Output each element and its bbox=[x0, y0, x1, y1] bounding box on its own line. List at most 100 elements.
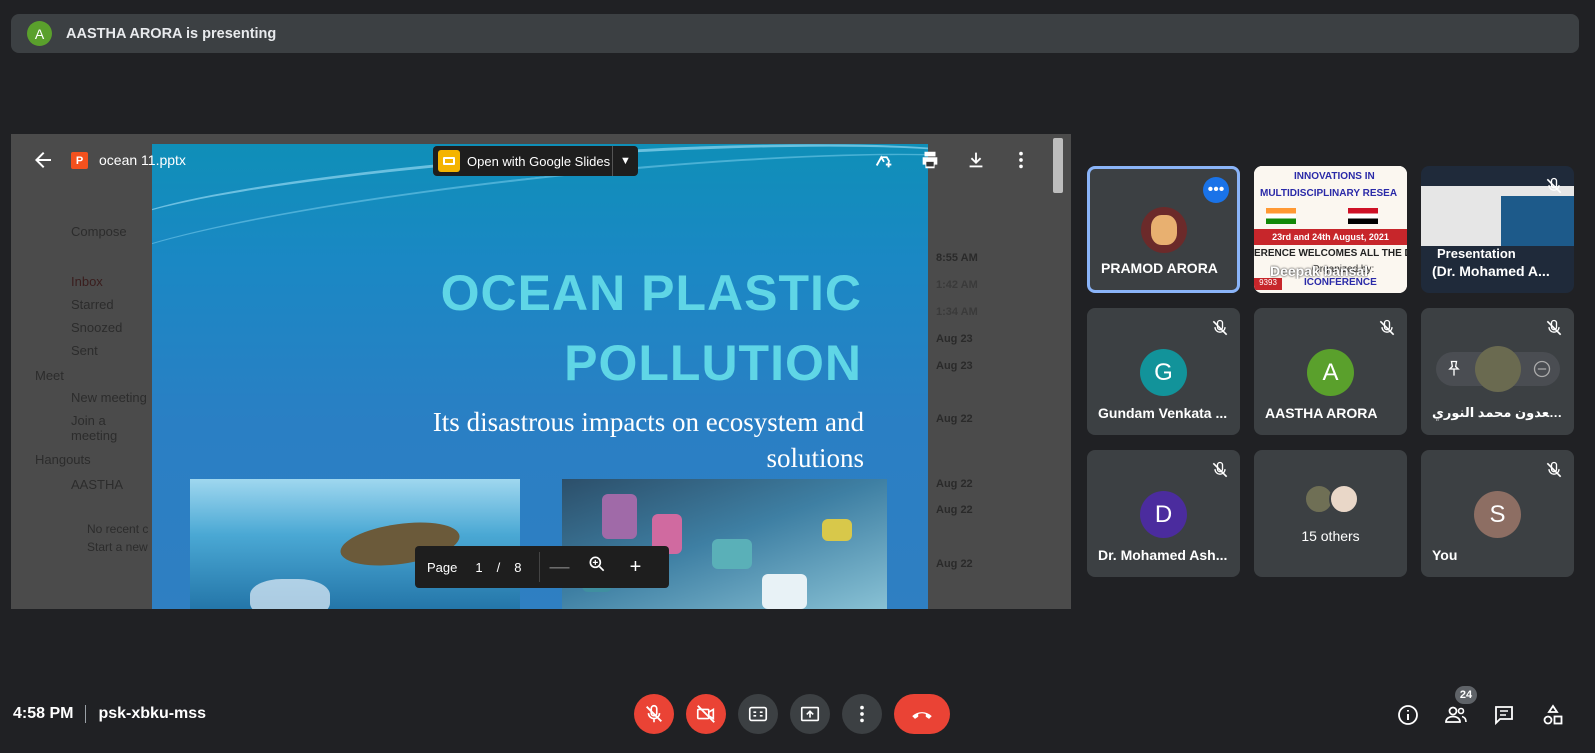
download-icon[interactable] bbox=[965, 149, 987, 171]
participant-tile[interactable]: 15 others bbox=[1254, 450, 1407, 577]
banner-text: INNOVATIONS IN bbox=[1294, 171, 1375, 182]
plastic-debris-image bbox=[562, 479, 887, 609]
participant-count-badge: 24 bbox=[1455, 686, 1477, 704]
gmail-time: 1:34 AM bbox=[936, 306, 978, 318]
slide-title-line1: OCEAN PLASTIC bbox=[440, 265, 862, 321]
participant-tile[interactable]: INNOVATIONS IN MULTIDISCIPLINARY RESEA 2… bbox=[1254, 166, 1407, 293]
slide-subtitle: Its disastrous impacts on ecosystem and … bbox=[432, 407, 864, 473]
turtle-image bbox=[190, 479, 520, 609]
camera-off-button[interactable] bbox=[686, 694, 726, 734]
participant-tile[interactable]: Presentation (Dr. Mohamed A... bbox=[1421, 166, 1574, 293]
participant-tile[interactable]: D Dr. Mohamed Ash... bbox=[1087, 450, 1240, 577]
add-to-drive-icon[interactable] bbox=[873, 149, 895, 171]
meeting-info: 4:58 PM psk-xbku-mss bbox=[13, 705, 206, 723]
page-total: 8 bbox=[514, 559, 522, 575]
avatar bbox=[1141, 207, 1187, 253]
print-icon[interactable] bbox=[919, 149, 941, 171]
participant-name: AASTHA ARORA bbox=[1265, 405, 1378, 421]
file-name: ocean 11.pptx bbox=[99, 152, 186, 168]
gmail-time: Aug 22 bbox=[936, 504, 973, 516]
presentation-stage: Compose Inbox Starred Snoozed Sent Meet … bbox=[11, 134, 1071, 609]
flag-india bbox=[1266, 208, 1296, 224]
gmail-time: Aug 22 bbox=[936, 413, 973, 425]
slide-canvas: OCEAN PLASTIC POLLUTION Its disastrous i… bbox=[152, 144, 928, 609]
mic-off-button[interactable] bbox=[634, 694, 674, 734]
avatar: S bbox=[1474, 491, 1521, 538]
open-with-button[interactable]: Open with Google Slides ▼ bbox=[433, 146, 638, 176]
gmail-time: Aug 22 bbox=[936, 478, 973, 490]
gmail-compose: Compose bbox=[71, 224, 127, 239]
gmail-inbox: Inbox bbox=[71, 274, 103, 289]
captions-icon bbox=[748, 706, 768, 722]
more-vert-icon bbox=[860, 705, 864, 723]
back-arrow-icon[interactable] bbox=[31, 148, 55, 172]
avatar: A bbox=[1307, 349, 1354, 396]
chat-icon[interactable] bbox=[1492, 703, 1516, 727]
camera-off-icon bbox=[696, 705, 715, 723]
others-count: 15 others bbox=[1301, 528, 1360, 544]
presenting-text: AASTHA ARORA is presenting bbox=[66, 25, 277, 42]
page-current[interactable]: 1 bbox=[475, 560, 482, 575]
captions-button[interactable] bbox=[738, 694, 778, 734]
debris-shape bbox=[602, 494, 637, 539]
participant-name: PRAMOD ARORA bbox=[1101, 260, 1218, 276]
meeting-code: psk-xbku-mss bbox=[98, 705, 207, 722]
page-label: Page bbox=[427, 559, 458, 575]
participant-name: Deepak bansal bbox=[1270, 263, 1369, 279]
remove-icon[interactable] bbox=[1532, 359, 1552, 379]
presenter-avatar: A bbox=[27, 21, 52, 46]
zoom-icon[interactable] bbox=[578, 554, 616, 580]
participant-name: Dr. Mohamed Ash... bbox=[1098, 547, 1228, 563]
presenting-banner: A AASTHA ARORA is presenting bbox=[11, 14, 1579, 53]
more-options-button[interactable] bbox=[842, 694, 882, 734]
page-separator: / bbox=[496, 559, 501, 575]
activities-icon[interactable] bbox=[1541, 703, 1565, 727]
present-now-button[interactable] bbox=[790, 694, 830, 734]
muted-icon bbox=[1546, 177, 1562, 194]
gmail-hangouts-user: AASTHA bbox=[71, 477, 124, 492]
gmail-time: 1:42 AM bbox=[936, 279, 978, 291]
plastic-bag-shape bbox=[250, 579, 330, 609]
more-vert-icon[interactable] bbox=[1010, 149, 1032, 171]
participant-name: You bbox=[1432, 547, 1458, 563]
avatar bbox=[1475, 346, 1521, 392]
viewer-toolbar: P ocean 11.pptx Open with Google Slides … bbox=[11, 134, 1071, 193]
pin-icon[interactable] bbox=[1444, 359, 1464, 379]
more-options-icon[interactable]: ••• bbox=[1203, 177, 1229, 203]
participant-tile[interactable]: بشرى سعدون محمد النوري bbox=[1421, 308, 1574, 435]
participant-tile[interactable]: S You bbox=[1421, 450, 1574, 577]
open-with-label: Open with Google Slides bbox=[467, 153, 611, 169]
muted-icon bbox=[1212, 319, 1228, 336]
participant-name: (Dr. Mohamed A... bbox=[1432, 263, 1550, 279]
gmail-start-new: Start a new bbox=[87, 540, 148, 554]
gmail-starred: Starred bbox=[71, 297, 114, 312]
flag-iraq bbox=[1348, 208, 1378, 224]
participant-name: بشرى سعدون محمد النوري bbox=[1432, 405, 1567, 420]
gmail-snoozed: Snoozed bbox=[71, 320, 123, 335]
zoom-in-icon[interactable]: + bbox=[616, 556, 654, 579]
gmail-meet: Meet bbox=[35, 368, 64, 383]
gmail-hangouts: Hangouts bbox=[35, 452, 91, 467]
gmail-no-recent: No recent c bbox=[87, 522, 149, 536]
people-icon[interactable] bbox=[1444, 703, 1468, 727]
present-icon bbox=[800, 706, 820, 722]
leave-call-button[interactable] bbox=[894, 694, 950, 734]
banner-text: 9393 bbox=[1254, 278, 1282, 290]
screen-share-preview bbox=[1501, 196, 1574, 246]
gmail-time: Aug 23 bbox=[936, 360, 973, 372]
gmail-sidebar: Compose Inbox Starred Snoozed Sent Meet … bbox=[11, 194, 151, 609]
gmail-time: 8:55 AM bbox=[936, 252, 978, 264]
zoom-out-icon[interactable]: — bbox=[540, 556, 578, 579]
gmail-sent: Sent bbox=[71, 343, 98, 358]
participant-tile[interactable]: ••• PRAMOD ARORA bbox=[1087, 166, 1240, 293]
mic-off-icon bbox=[646, 704, 662, 723]
avatar bbox=[1329, 484, 1359, 514]
muted-icon bbox=[1546, 461, 1562, 478]
participant-tile[interactable]: G Gundam Venkata ... bbox=[1087, 308, 1240, 435]
participant-tile[interactable]: A AASTHA ARORA bbox=[1254, 308, 1407, 435]
chevron-down-icon[interactable]: ▼ bbox=[612, 146, 638, 176]
info-icon[interactable] bbox=[1396, 703, 1420, 727]
scrollbar[interactable] bbox=[1053, 138, 1063, 193]
muted-icon bbox=[1379, 319, 1395, 336]
gmail-time: Aug 23 bbox=[936, 333, 973, 345]
